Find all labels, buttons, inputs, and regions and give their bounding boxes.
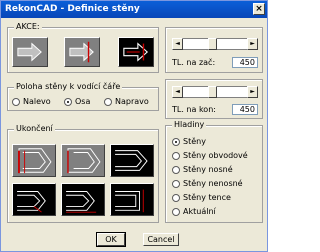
tl-zac-label: TL. na zač: [172,58,216,67]
layer-radio-nenosne[interactable]: Stěny nenosné [172,179,243,188]
close-button[interactable]: × [253,3,265,15]
radio-nalevo[interactable]: Nalevo [12,97,51,106]
tl-zac-input[interactable]: 450 [232,57,258,68]
ending-option-1[interactable] [12,144,56,177]
slider-left-button[interactable]: ◄ [172,86,183,98]
radio-circle [64,97,72,106]
layer-radio-tence[interactable]: Stěny tence [172,193,231,202]
radio-osa[interactable]: Osa [64,97,90,106]
arrow-right-icon [17,42,42,62]
wall-end-dark-icon [17,191,46,213]
radio-label: Stěny [183,137,206,146]
tl-kon-label: TL. na kon: [172,105,216,114]
hladiny-group: Hladiny Stěny Stěny obvodové Stěny nosné… [165,120,263,223]
radio-circle [12,97,20,106]
action-arrow-line-button[interactable] [64,37,100,67]
wall-end-dark-icon [66,191,97,213]
radio-label: Osa [75,97,91,106]
poloha-label: Poloha stěny k vodící čáře [14,82,123,91]
hladiny-label: Hladiny [172,120,207,129]
layer-radio-obvodove[interactable]: Stěny obvodové [172,151,248,160]
ending-option-3[interactable] [110,144,154,177]
radio-circle [172,165,180,174]
radio-circle [172,137,180,146]
slider-thumb[interactable] [207,86,217,98]
akce-group: AKCE: [7,22,159,73]
ending-option-6[interactable] [110,183,154,216]
action-arrow-button[interactable] [12,37,48,67]
ending-option-5[interactable] [61,183,105,216]
poloha-group: Poloha stěny k vodící čáře Nalevo Osa Na… [7,82,159,111]
radio-circle [172,179,180,188]
wall-end-dark-icon [115,150,148,171]
radio-circle [172,193,180,202]
tl-kon-input[interactable]: 450 [232,104,258,115]
ending-option-4[interactable] [12,183,56,216]
action-arrow-dark-button[interactable] [118,37,154,67]
layer-radio-nosne[interactable]: Stěny nosné [172,165,233,174]
tl-kon-slider[interactable]: ◄ ► [172,86,258,98]
radio-circle [104,97,112,106]
radio-label: Stěny tence [183,193,231,202]
tl-zac-slider[interactable]: ◄ ► [172,38,258,50]
wall-end-red-icon [67,148,101,174]
layer-radio-steny[interactable]: Stěny [172,137,206,146]
radio-label: Stěny nenosné [183,179,243,188]
ukonceni-group: Ukončení [7,124,159,223]
radio-napravo[interactable]: Napravo [104,97,149,106]
wall-end-red-icon [18,148,52,174]
layer-radio-aktualni[interactable]: Aktuální [172,207,216,216]
slider-left-button[interactable]: ◄ [172,38,183,50]
slider-right-button[interactable]: ► [247,86,258,98]
ok-button[interactable]: OK [96,232,126,247]
wall-end-dark-icon [115,189,144,213]
radio-label: Aktuální [183,207,216,216]
radio-label: Stěny obvodové [183,151,248,160]
arrow-right-line-icon [69,41,94,63]
radio-circle [172,207,180,216]
radio-label: Nalevo [23,97,51,106]
slider-thumb[interactable] [207,38,217,50]
ending-option-2[interactable] [61,144,105,177]
akce-label: AKCE: [14,22,42,31]
title-bar: RekonCAD - Definice stěny × [1,1,267,18]
arrow-right-dark-icon [123,42,149,62]
dialog-window: RekonCAD - Definice stěny × AKCE: ◄ ► TL… [0,0,268,252]
slider-right-button[interactable]: ► [247,38,258,50]
ukonceni-label: Ukončení [14,124,55,133]
tl-kon-group: ◄ ► TL. na kon: 450 [165,79,263,119]
radio-label: Napravo [115,97,149,106]
radio-label: Stěny nosné [183,165,233,174]
radio-circle [172,151,180,160]
cancel-button[interactable]: Cancel [143,233,179,246]
window-title: RekonCAD - Definice stěny [5,4,140,14]
tl-zac-group: ◄ ► TL. na zač: 450 [165,27,263,73]
